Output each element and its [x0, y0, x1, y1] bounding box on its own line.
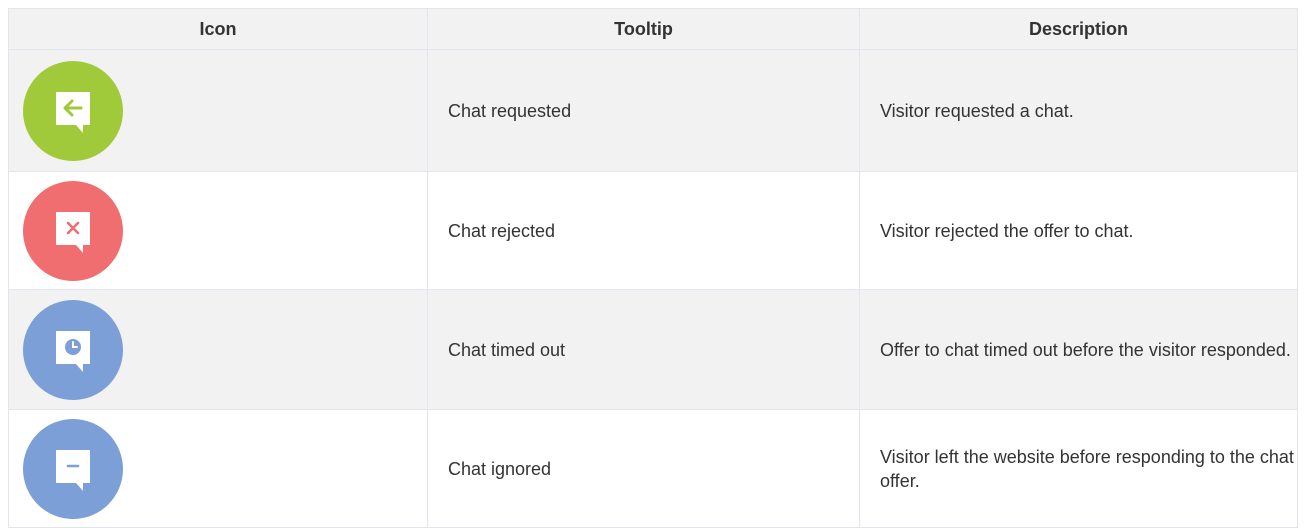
table-header-row: Icon Tooltip Description [8, 8, 1298, 50]
icon-cell [8, 49, 428, 172]
icon-cell [8, 171, 428, 290]
description-cell: Offer to chat timed out before the visit… [859, 289, 1298, 410]
chat-status-table-wrapper: Icon Tooltip Description Chat requested … [8, 8, 1298, 528]
description-cell: Visitor left the website before respondi… [859, 409, 1298, 528]
chat-ignored-icon [23, 418, 123, 519]
tooltip-cell: Chat ignored [427, 409, 860, 528]
table-row: Chat rejected Visitor rejected the offer… [8, 171, 1298, 290]
table-row: Chat requested Visitor requested a chat. [8, 49, 1298, 172]
tooltip-cell: Chat timed out [427, 289, 860, 410]
table-row: Chat timed out Offer to chat timed out b… [8, 289, 1298, 410]
header-icon: Icon [8, 8, 428, 50]
description-cell: Visitor requested a chat. [859, 49, 1298, 172]
tooltip-cell: Chat rejected [427, 171, 860, 290]
chat-requested-icon [23, 60, 123, 161]
description-cell: Visitor rejected the offer to chat. [859, 171, 1298, 290]
chat-rejected-icon [23, 180, 123, 281]
chat-status-table: Icon Tooltip Description Chat requested … [8, 8, 1298, 528]
icon-cell [8, 409, 428, 528]
icon-cell [8, 289, 428, 410]
header-description: Description [859, 8, 1298, 50]
header-tooltip: Tooltip [427, 8, 860, 50]
table-row: Chat ignored Visitor left the website be… [8, 409, 1298, 528]
tooltip-cell: Chat requested [427, 49, 860, 172]
chat-timed-out-icon [23, 299, 123, 400]
